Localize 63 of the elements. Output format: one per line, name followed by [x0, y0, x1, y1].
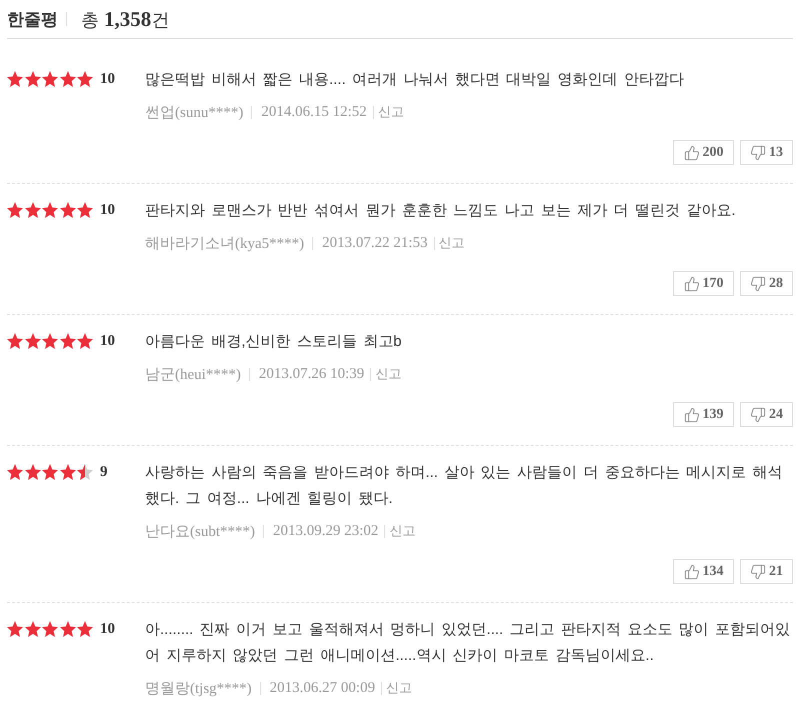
thumbs-up-icon	[684, 144, 700, 160]
star-icon	[42, 464, 58, 480]
star-icon	[60, 621, 76, 637]
star-icon	[77, 621, 93, 637]
like-button[interactable]: 200	[673, 140, 734, 165]
star-icon	[7, 621, 23, 637]
review-date: 2013.07.22 21:53	[322, 234, 428, 252]
thumbs-up-icon	[684, 406, 700, 422]
thumbs-down-icon	[750, 276, 766, 292]
review-author: 명월랑(tjsg****)	[145, 680, 252, 698]
thumbs-down-icon	[750, 406, 766, 422]
dislike-button[interactable]: 24	[740, 402, 793, 427]
rating-score: 9	[100, 464, 108, 480]
like-button[interactable]: 134	[673, 559, 734, 584]
like-button[interactable]: 170	[673, 271, 734, 296]
star-icon	[60, 464, 76, 480]
star-icon	[77, 464, 93, 480]
review-date: 2013.09.29 23:02	[273, 522, 378, 540]
star-icon	[77, 333, 93, 349]
thumbs-up-icon	[684, 276, 700, 292]
star-icon	[77, 71, 93, 87]
rating-score: 10	[100, 202, 115, 218]
star-icon	[42, 621, 58, 637]
dislike-button[interactable]: 13	[740, 140, 793, 165]
star-icon	[7, 202, 23, 218]
star-icon	[42, 202, 58, 218]
review-date: 2014.06.15 12:52	[261, 104, 367, 120]
thumbs-up-icon	[684, 564, 700, 580]
star-icon	[77, 202, 93, 218]
star-icon	[24, 202, 40, 218]
rating-score: 10	[100, 70, 115, 88]
star-icon	[24, 333, 40, 349]
star-icon	[60, 71, 76, 87]
review-date: 2013.07.26 10:39	[258, 366, 364, 382]
review-author: 남군(heui****)	[145, 366, 241, 384]
thumbs-down-icon	[750, 144, 766, 160]
review-text: 많은떡밥 비해서 짧은 내용.... 여러개 나눠서 했다면 대박일 영화인데 안타깝다	[145, 70, 685, 90]
star-icon	[24, 464, 40, 480]
star-icon	[7, 333, 23, 349]
total-count: 총 1,358건	[81, 6, 170, 32]
review-author: 난다요(subt****)	[145, 522, 255, 540]
review-text: 아름다운 배경,신비한 스토리들 최고b	[145, 332, 403, 352]
review-text: 아........ 진짜 이거 보고 울적해져서 멍하니 있었던.... 그리고 판타지적 요소도 많이 포함되어있어 지루하지 않았던 그런 애니메이션.....역시 신카이 마코토 감독님이세요..	[145, 620, 792, 666]
star-icon	[42, 333, 58, 349]
star-icon	[42, 71, 58, 87]
review-author: 해바라기소녀(kya5****)	[145, 234, 304, 252]
thumbs-down-icon	[750, 564, 766, 580]
rating-score: 10	[100, 620, 115, 638]
review-author: 썬업(sunu****)	[145, 104, 244, 122]
dislike-button[interactable]: 21	[740, 559, 793, 584]
star-icon	[7, 464, 23, 480]
like-button[interactable]: 139	[673, 402, 734, 427]
star-icon	[24, 71, 40, 87]
star-icon	[60, 202, 76, 218]
section-title: 한줄평	[7, 8, 58, 30]
star-icon	[24, 621, 40, 637]
review-date: 2013.06.27 00:09	[270, 680, 376, 696]
rating-score: 10	[100, 332, 115, 350]
dislike-button[interactable]: 28	[740, 271, 793, 296]
review-text: 사랑하는 사람의 죽음을 받아드려야 하며... 살아 있는 사람들이 더 중요하다는 메시지로 해석했다. 그 여정... 나에겐 힐링이 됐다.	[145, 463, 784, 509]
star-icon	[60, 333, 76, 349]
review-text: 판타지와 로맨스가 반반 섞여서 뭔가 훈훈한 느낌도 나고 보는 제가 더 떨린것 같아요.	[145, 201, 737, 221]
star-icon	[7, 71, 23, 87]
